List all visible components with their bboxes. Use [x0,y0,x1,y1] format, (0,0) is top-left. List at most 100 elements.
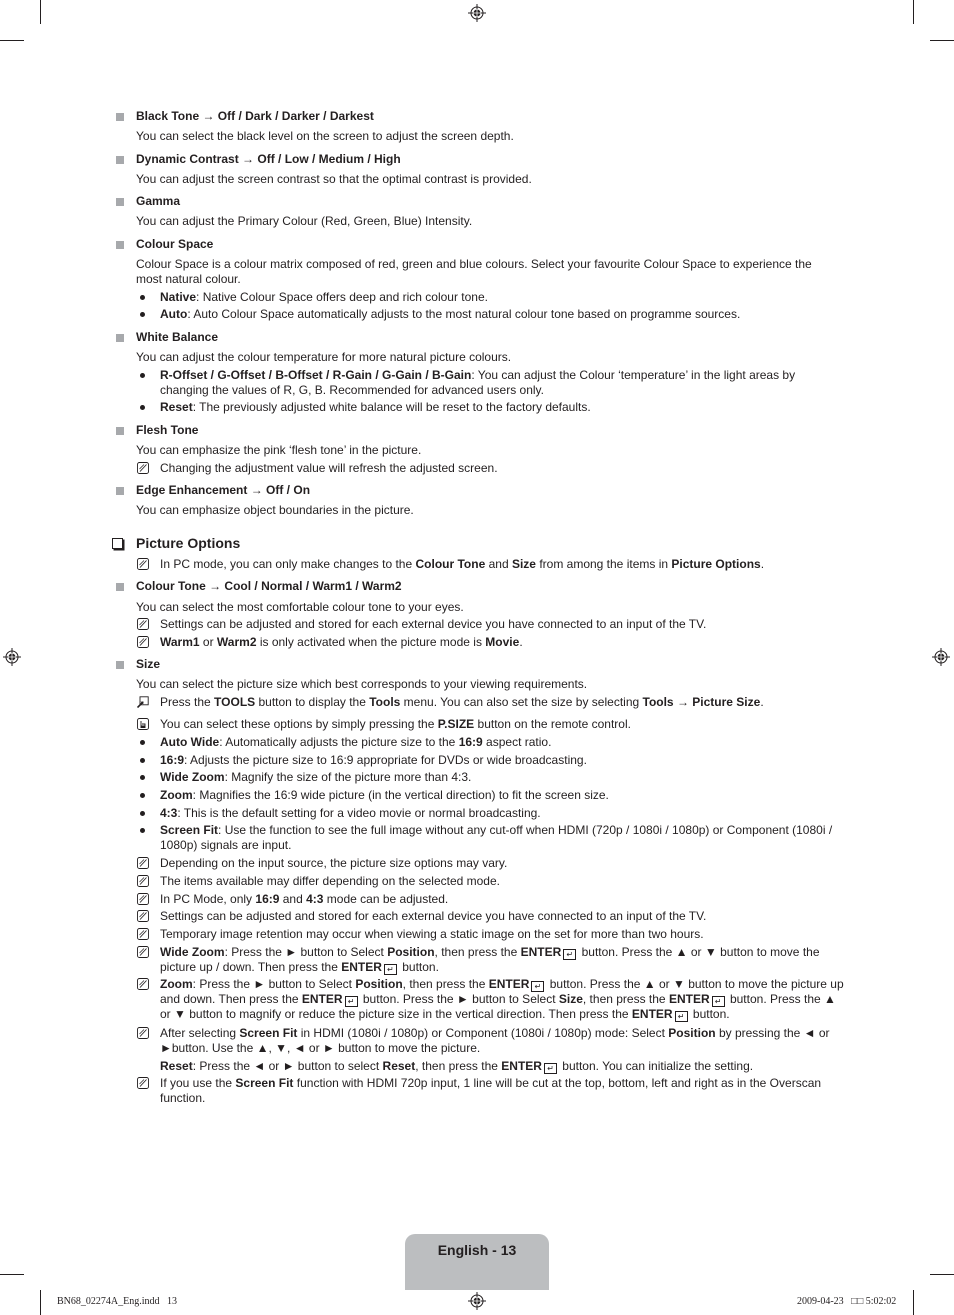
note-bold: ENTER [301,992,343,1006]
note-icon [137,946,149,958]
note-screen-fit-reset: Reset: Press the ◄ or ► button to select… [160,1059,845,1074]
round-bullet-icon [140,758,145,763]
note-bold: Screen Fit [239,1026,298,1040]
item-desc-colour-space: Colour Space is a colour matrix composed… [136,257,812,286]
page-number-label: English - 13 [437,1242,517,1258]
square-bullet-icon [116,241,124,249]
note-items-available: The items available may differ depending… [160,874,500,888]
registration-mark-icon [468,1292,486,1310]
note-icon [137,928,149,940]
tools-icon [137,696,149,708]
note-icon [137,462,149,474]
note-icon [137,978,149,990]
bullet-text: : Magnifies the 16:9 wide picture (in th… [192,788,609,802]
note-text: mode can be adjusted. [323,892,449,906]
bullet-reset: Reset: The previously adjusted white bal… [160,400,845,415]
bullet-term: Screen Fit [160,823,219,837]
note-bold: 4:3 [306,892,324,906]
bullet-auto: Auto: Auto Colour Space automatically ad… [160,307,845,322]
note-bold: Warm1 [160,635,200,649]
round-bullet-icon [140,740,145,745]
bullet-term: Wide Zoom [160,770,225,784]
note-bold: ENTER [520,945,562,959]
bullet-text: aspect ratio. [482,735,552,749]
bullet-text: : Magnify the size of the picture more t… [224,770,472,784]
square-bullet-icon [116,583,124,591]
note-text: button. Press the ► button to Select [359,992,559,1006]
crop-mark [0,40,24,41]
note-settings-stored-size: Settings can be adjusted and stored for … [160,909,707,923]
bullet-text: : Auto Colour Space automatically adjust… [187,307,741,321]
bullet-term: Auto [160,307,188,321]
item-desc-gamma: You can adjust the Primary Colour (Red, … [136,214,473,228]
note-bold: Zoom [160,977,193,991]
item-title-white-balance: White Balance [136,330,219,344]
note-bold: Picture Options [671,557,761,571]
psize-tip: You can select these options by simply p… [160,717,845,732]
crop-mark [0,1274,24,1275]
bullet-text: : Use the function to see the full image… [160,823,833,852]
tip-bold: Tools [369,695,401,709]
note-bold: Position [668,1026,716,1040]
item-desc-dynamic-contrast: You can adjust the screen contrast so th… [136,172,532,186]
item-title-dynamic-contrast: Dynamic Contrast → Off / Low / Medium / … [136,152,401,166]
note-flesh-tone: Changing the adjustment value will refre… [160,461,498,475]
note-text: , then press the [402,977,489,991]
bullet-text: : Automatically adjusts the picture size… [219,735,459,749]
note-text: In PC Mode, only [160,892,256,906]
note-bold: Movie [485,635,520,649]
square-bullet-icon [116,427,124,435]
bullet-term: Auto Wide [160,735,220,749]
bullet-term: Reset [160,400,193,414]
item-title-colour-tone: Colour Tone → Cool / Normal / Warm1 / Wa… [136,579,402,593]
square-bullet-icon [116,156,124,164]
square-bullet-icon [116,198,124,206]
round-bullet-icon [140,405,145,410]
note-bold: Position [387,945,435,959]
note-input-source: Depending on the input source, the pictu… [160,856,508,870]
note-text: : Press the ► button to Select [224,945,388,959]
item-desc-white-balance: You can adjust the colour temperature fo… [136,350,512,364]
item-title-black-tone: Black Tone → Off / Dark / Darker / Darke… [136,109,374,123]
round-bullet-icon [140,793,145,798]
note-text: and [485,557,512,571]
square-bullet-icon [116,661,124,669]
slug-filename: BN68_02274A_Eng.indd 13 [57,1296,177,1307]
round-bullet-icon [140,811,145,816]
crop-mark [40,1290,41,1315]
crop-mark [930,40,954,41]
bullet-auto-wide: Auto Wide: Automatically adjusts the pic… [160,735,845,750]
item-desc-flesh-tone: You can emphasize the pink ‘flesh tone’ … [136,443,422,457]
enter-icon: ↵ [531,981,545,992]
note-text: , then press the [582,992,669,1006]
enter-icon: ↵ [383,964,397,975]
note-bold: Reset [160,1059,193,1073]
note-text: . [519,635,523,649]
note-bold: ENTER [631,1007,673,1021]
bullet-zoom: Zoom: Magnifies the 16:9 wide picture (i… [160,788,845,803]
registration-mark-icon [3,648,21,666]
square-bullet-icon [116,487,124,495]
note-text: After selecting [160,1026,240,1040]
round-bullet-icon [140,828,145,833]
note-zoom: Zoom: Press the ► button to Select Posit… [160,977,845,1022]
bullet-text: : The previously adjusted white balance … [192,400,591,414]
note-bold: Wide Zoom [160,945,225,959]
note-text: button. You can initialize the setting. [558,1059,754,1073]
item-title-colour-space: Colour Space [136,237,214,251]
note-image-retention: Temporary image retention may occur when… [160,927,704,941]
bullet-screen-fit: Screen Fit: Use the function to see the … [160,823,845,853]
bullet-text: : Adjusts the picture size to 16:9 appro… [184,753,587,767]
note-text: , then press the [415,1059,502,1073]
crop-mark [40,0,41,24]
note-bold: Colour Tone [415,557,486,571]
note-icon [137,910,149,922]
bullet-16-9: 16:9: Adjusts the picture size to 16:9 a… [160,753,845,768]
bullet-term: Native [160,290,197,304]
note-icon [137,1027,149,1039]
note-bold: Reset [382,1059,416,1073]
slug-timestamp: 2009-04-23 □□ 5:02:02 [797,1296,897,1307]
bullet-native: Native: Native Colour Space offers deep … [160,290,845,305]
remote-button-icon [137,718,149,730]
crop-mark [913,0,914,24]
